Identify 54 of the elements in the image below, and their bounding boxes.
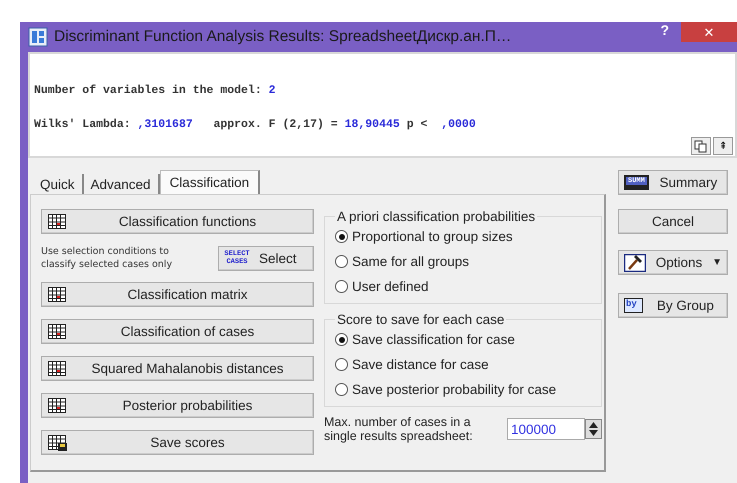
save-icon [48,434,68,450]
window-title: Discriminant Function Analysis Results: SpreadsheetДискр.ан.П… [54,28,512,46]
report-button[interactable]: Classification of cases [41,319,314,344]
table-icon [48,214,68,230]
report-button[interactable]: Classification matrix [41,282,314,307]
radio-button[interactable] [335,280,348,293]
hammer-icon [624,254,646,272]
result-label: p < [406,118,428,131]
spinner[interactable] [585,419,602,439]
group-title: Score to save for each case [336,312,506,327]
side-button[interactable]: by By Group [618,293,728,318]
radio-button[interactable] [335,358,348,371]
close-button[interactable]: ✕ [681,22,737,42]
by-group-icon: by [624,298,643,313]
help-button[interactable]: ? [656,22,673,38]
table-icon [48,286,68,302]
copy-button[interactable] [691,137,711,155]
side-button[interactable]: Options ▼ [618,250,728,275]
tab[interactable]: Classification [160,170,260,194]
selection-note: Use selection conditions to classify selected cases only [41,245,174,271]
report-button[interactable]: Classification functions [41,209,314,234]
result-value: 18,90445 [344,118,400,131]
radio-option[interactable]: Same for all groups [335,249,591,274]
group-title: A priori classification probabilities [336,209,536,224]
app-icon [28,27,48,47]
max-cases-field[interactable]: 100000 [507,418,585,440]
radio-option[interactable]: Save posterior probability for case [335,377,591,402]
table-icon [48,324,68,340]
result-value: 2 [268,84,276,97]
result-value: ,3101687 [138,118,193,131]
radio-button[interactable] [335,333,348,346]
copy-icon [694,140,708,152]
result-value: ,0000 [440,118,476,131]
radio-option[interactable]: User defined [335,274,591,299]
table-icon [48,360,68,376]
side-button[interactable]: Cancel [618,209,728,234]
max-cases-label: Max. number of cases in a single results spreadsheet: [324,415,474,443]
report-button[interactable]: Posterior probabilities [41,393,314,418]
down-icon [589,430,598,436]
radio-button[interactable] [335,230,348,243]
radio-button[interactable] [335,255,348,268]
radio-option[interactable]: Save classification for case [335,327,591,352]
up-icon [589,422,598,428]
radio-button[interactable] [335,383,348,396]
report-button[interactable]: Save scores [41,430,314,455]
radio-option[interactable]: Save distance for case [335,352,591,377]
table-icon [48,398,68,414]
report-button[interactable]: Squared Mahalanobis distances [41,356,314,381]
result-label: Wilks' Lambda: [34,118,132,131]
caret-icon: ▼ [712,257,722,268]
collapse-button[interactable]: ⇞ [713,137,733,155]
radio-option[interactable]: Proportional to group sizes [335,224,591,249]
result-label: approx. F (2,17) = [212,118,339,131]
result-label: Number of variables in the model: [34,84,263,97]
